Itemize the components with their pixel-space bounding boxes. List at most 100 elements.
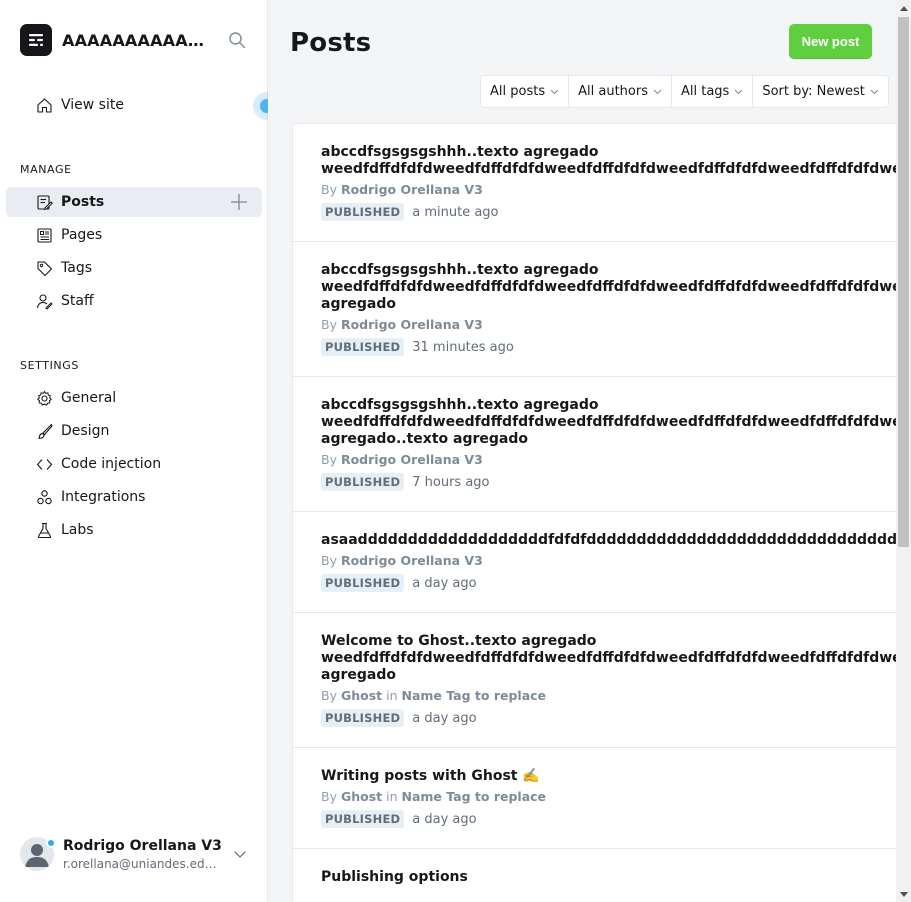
post-filters: All posts All authors All tags Sort by: … <box>480 75 889 108</box>
post-time: a minute ago <box>412 204 499 220</box>
post-author: Rodrigo Orellana V3 <box>340 553 483 568</box>
list-item[interactable]: abccdfsgsgsgshhh..texto agregado weedfdf… <box>293 242 903 377</box>
chevron-down-icon[interactable] <box>233 846 247 865</box>
view-site-label: View site <box>61 97 124 113</box>
list-item[interactable]: asaadddddddddddddddddddfdfdfdddddddddddd… <box>293 512 903 613</box>
sidebar-item-label: Staff <box>61 293 94 309</box>
list-item[interactable]: abccdfsgsgsgshhh..texto agregado weedfdf… <box>293 124 903 242</box>
user-name: Rodrigo Orellana V3 <box>63 837 222 854</box>
post-title: abccdfsgsgsgshhh..texto agregado weedfdf… <box>321 144 897 177</box>
post-title: Welcome to Ghost..texto agregado weedfdf… <box>321 633 897 683</box>
post-meta: By Rodrigo Orellana V3 <box>321 553 903 568</box>
status-badge: PUBLISHED <box>321 810 405 828</box>
post-time: a day ago <box>412 710 477 726</box>
post-author: Ghost <box>340 688 383 703</box>
sidebar-item-staff[interactable]: Staff <box>6 286 262 316</box>
manage-section-title: MANAGE <box>20 163 72 176</box>
post-status-row: PUBLISHED 7 hours ago <box>321 473 903 491</box>
in-label: in <box>386 789 398 804</box>
filter-label: All posts <box>490 84 546 99</box>
pages-icon <box>35 226 53 244</box>
sidebar-item-integrations[interactable]: Integrations <box>6 482 262 512</box>
sidebar-item-label: Tags <box>61 260 92 276</box>
post-time: 31 minutes ago <box>412 339 514 355</box>
user-menu[interactable]: Rodrigo Orellana V3 r.orellana@uniandes.… <box>20 834 260 874</box>
post-time: a day ago <box>412 811 477 827</box>
post-status-row: PUBLISHED 31 minutes ago <box>321 338 903 356</box>
staff-icon <box>35 292 53 310</box>
avatar <box>20 837 56 871</box>
house-icon <box>35 96 53 114</box>
site-logo-icon <box>20 24 52 56</box>
posts-icon <box>35 193 53 211</box>
posts-list: abccdfsgsgsgshhh..texto agregado weedfdf… <box>292 123 904 902</box>
page-title: Posts <box>290 28 372 58</box>
add-post-plus-icon[interactable] <box>230 193 248 211</box>
by-label: By <box>321 789 337 804</box>
page-scrollbar[interactable] <box>896 0 911 902</box>
sort-select[interactable]: Sort by: Newest <box>753 76 888 107</box>
post-status-row: PUBLISHED a day ago <box>321 709 903 727</box>
post-status-row: PUBLISHED a day ago <box>321 810 903 828</box>
brush-icon <box>35 422 53 440</box>
site-title: AAAAAAAAAAAAAAAAA <box>62 30 208 50</box>
post-meta: By Ghost in Name Tag to replace <box>321 789 903 804</box>
scrollbar-thumb[interactable] <box>898 17 909 547</box>
post-time: 7 hours ago <box>412 474 490 490</box>
sidebar-item-posts[interactable]: Posts <box>6 187 262 217</box>
filter-label: All tags <box>680 84 730 99</box>
post-meta: By Ghost in Name Tag to replace <box>321 688 903 703</box>
sidebar-item-label: Code injection <box>61 456 162 472</box>
filter-tag-select[interactable]: All tags <box>672 76 754 107</box>
sidebar-item-pages[interactable]: Pages <box>6 220 262 250</box>
list-item[interactable]: Publishing options <box>293 849 903 902</box>
chevron-down-icon <box>653 89 662 95</box>
status-badge: PUBLISHED <box>321 203 405 221</box>
post-title: abccdfsgsgsgshhh..texto agregado weedfdf… <box>321 262 897 312</box>
integrations-icon <box>35 488 53 506</box>
sidebar: AAAAAAAAAAAAAAAAA View site MANAGE Posts… <box>0 0 281 902</box>
status-badge: PUBLISHED <box>321 338 405 356</box>
list-item[interactable]: abccdfsgsgsgshhh..texto agregado weedfdf… <box>293 377 903 512</box>
status-badge: PUBLISHED <box>321 709 405 727</box>
sidebar-item-label: Pages <box>61 227 103 243</box>
by-label: By <box>321 553 337 568</box>
post-tag: Name Tag to replace <box>401 688 547 703</box>
chevron-down-icon <box>734 89 743 95</box>
sidebar-item-tags[interactable]: Tags <box>6 253 262 283</box>
post-meta: By Rodrigo Orellana V3 <box>321 182 903 197</box>
post-author: Rodrigo Orellana V3 <box>340 182 483 197</box>
sidebar-item-label: Labs <box>61 522 94 538</box>
post-tag: Name Tag to replace <box>401 789 547 804</box>
filter-label: Sort by: Newest <box>762 84 865 99</box>
main-content: Posts New post All posts All authors All… <box>268 0 911 902</box>
sidebar-item-labs[interactable]: Labs <box>6 515 262 545</box>
post-status-row: PUBLISHED a minute ago <box>321 203 903 221</box>
sidebar-item-code-injection[interactable]: Code injection <box>6 449 262 479</box>
view-site-link[interactable]: View site <box>6 90 262 120</box>
list-item[interactable]: Welcome to Ghost..texto agregado weedfdf… <box>293 613 903 748</box>
post-title: Publishing options <box>321 869 468 885</box>
post-status-row: PUBLISHED a day ago <box>321 574 903 592</box>
post-author: Rodrigo Orellana V3 <box>340 317 483 332</box>
by-label: By <box>321 452 337 467</box>
by-label: By <box>321 182 337 197</box>
search-icon[interactable] <box>228 31 248 51</box>
status-badge: PUBLISHED <box>321 574 405 592</box>
sidebar-item-label: Integrations <box>61 489 146 505</box>
post-author: Ghost <box>340 789 383 804</box>
list-item[interactable]: Writing posts with Ghost ✍️ By Ghost in … <box>293 748 903 849</box>
post-meta: By Rodrigo Orellana V3 <box>321 317 903 332</box>
scroll-up-arrow-icon[interactable] <box>896 0 911 16</box>
sidebar-item-design[interactable]: Design <box>6 416 262 446</box>
filter-type-select[interactable]: All posts <box>481 76 570 107</box>
scroll-down-arrow-icon[interactable] <box>896 886 911 902</box>
site-brand[interactable]: AAAAAAAAAAAAAAAAA <box>20 24 208 56</box>
filter-author-select[interactable]: All authors <box>569 76 672 107</box>
sidebar-item-label: Design <box>61 423 110 439</box>
sidebar-item-general[interactable]: General <box>6 383 262 413</box>
chevron-down-icon <box>550 89 559 95</box>
new-post-button[interactable]: New post <box>789 24 872 59</box>
post-time: a day ago <box>412 575 477 591</box>
tag-icon <box>35 259 53 277</box>
